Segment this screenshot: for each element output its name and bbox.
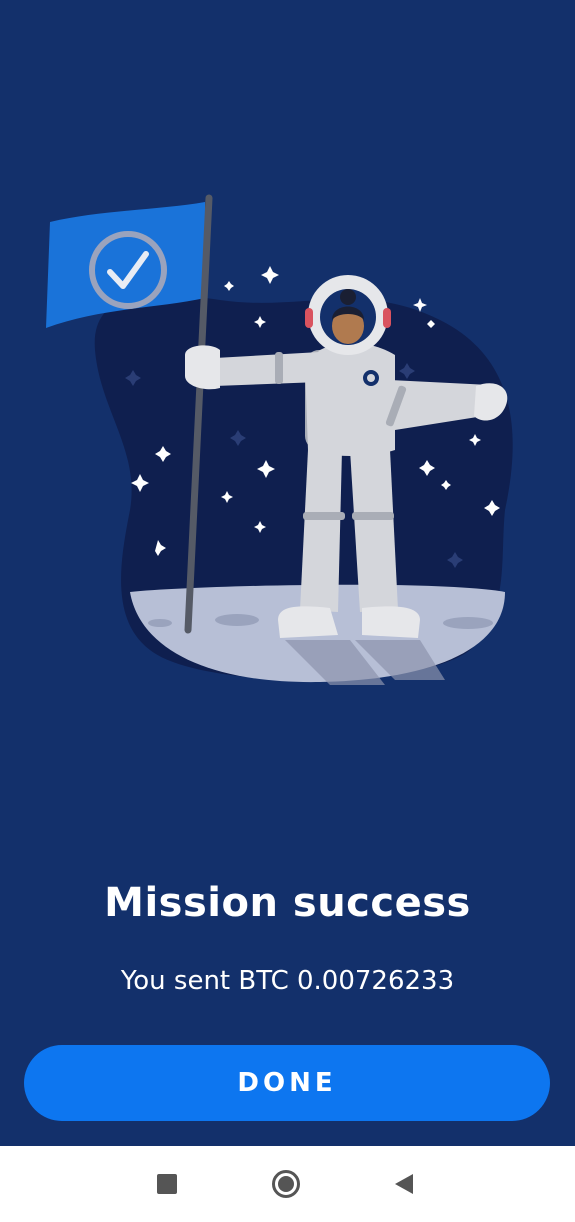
page-title: Mission success (104, 880, 471, 926)
home-icon[interactable] (266, 1164, 306, 1204)
moon-crater (148, 619, 172, 627)
moon-crater (215, 614, 259, 626)
moon-crater (443, 617, 493, 629)
home-ring (272, 1170, 300, 1198)
recent-apps-square (157, 1174, 177, 1194)
back-triangle (395, 1174, 413, 1194)
success-screen: Mission success You sent BTC 0.00726233 … (0, 0, 575, 1222)
recent-apps-icon[interactable] (147, 1164, 187, 1204)
sent-amount-text: You sent BTC 0.00726233 (120, 966, 455, 996)
done-button[interactable]: DONE (24, 1045, 550, 1121)
home-dot (278, 1176, 294, 1192)
back-icon[interactable] (384, 1164, 424, 1204)
system-navigation-bar (0, 1146, 575, 1222)
astronaut-illustration (46, 194, 513, 685)
